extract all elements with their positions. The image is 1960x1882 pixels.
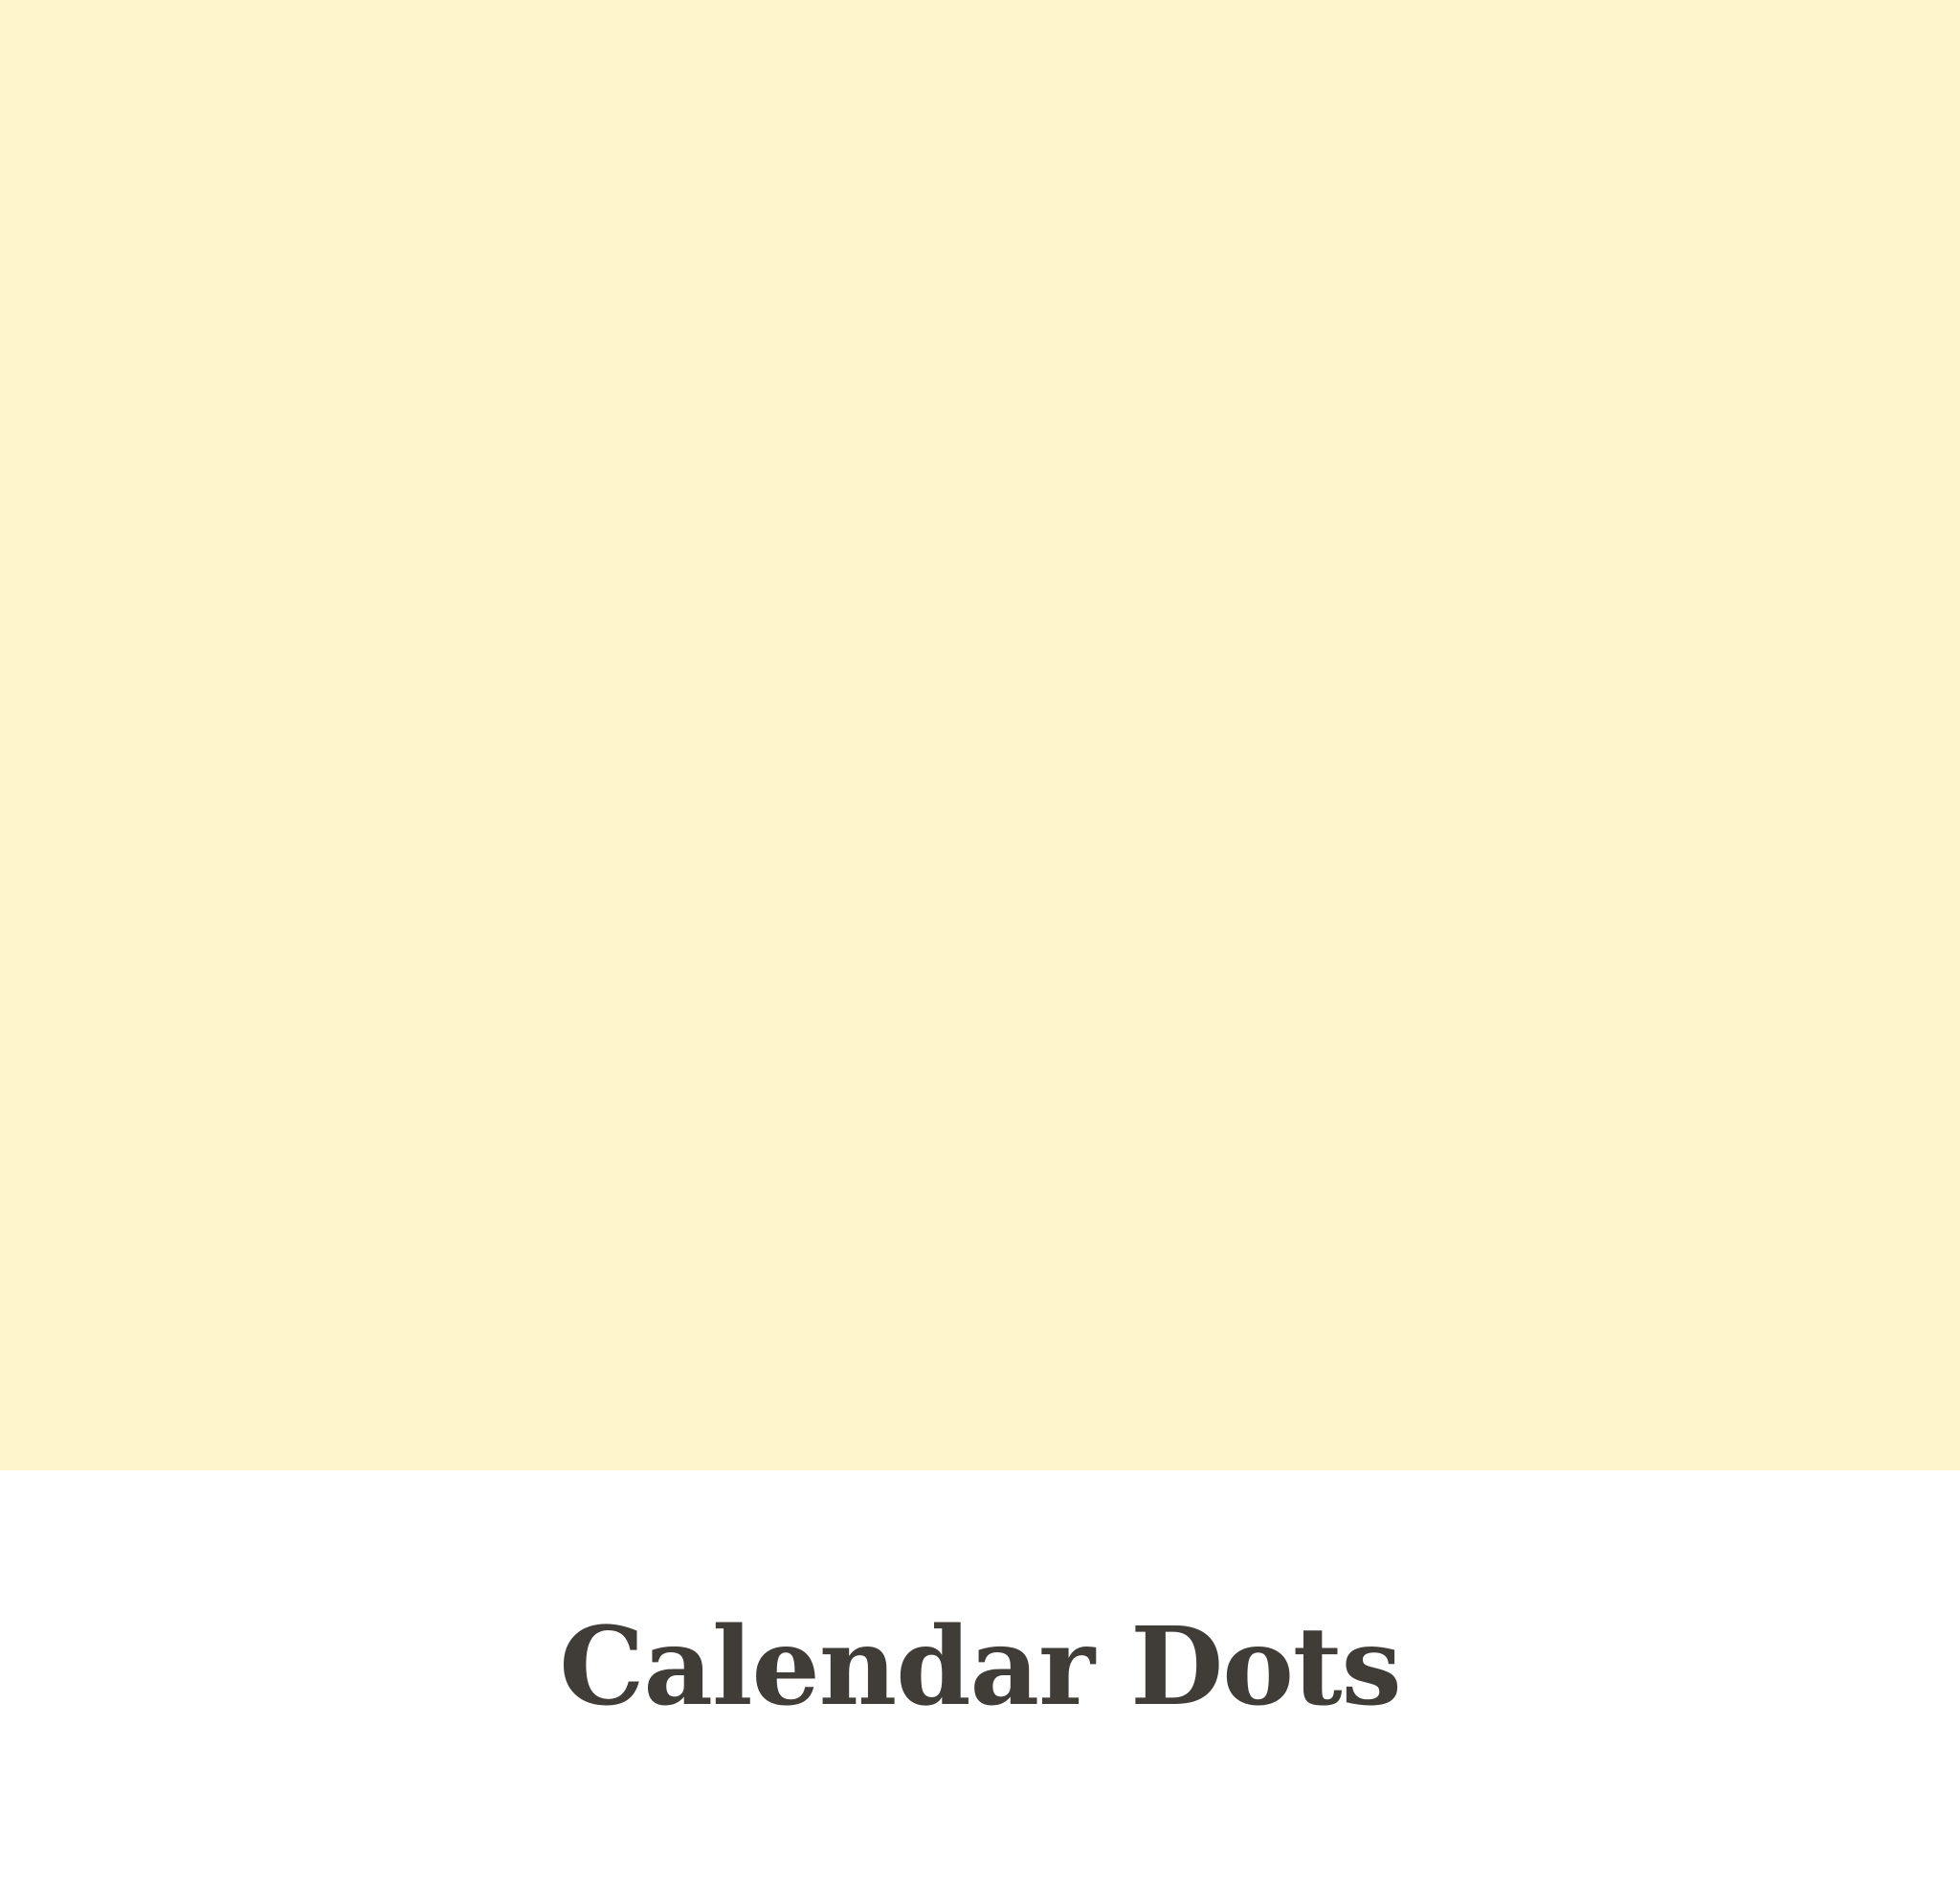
color-swatch-banner <box>0 0 1960 1470</box>
page-title: Calendar Dots <box>559 1603 1401 1730</box>
page: Calendar Dots <box>0 0 1960 1882</box>
